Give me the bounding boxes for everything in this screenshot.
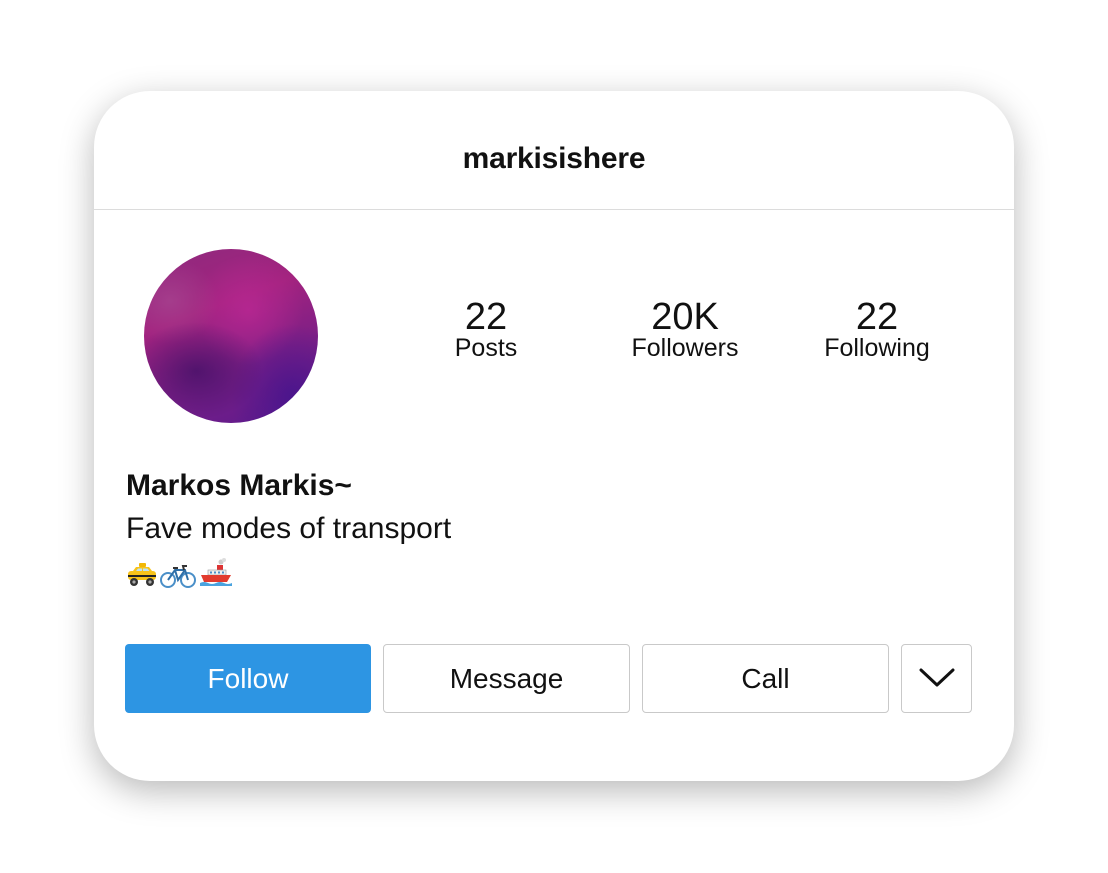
display-name: Markos Markis~ [126, 469, 352, 502]
call-button[interactable]: Call [642, 644, 889, 713]
ship-icon [198, 557, 234, 589]
stat-posts[interactable]: 22 Posts [434, 291, 538, 361]
bicycle-icon [160, 561, 196, 589]
username-title: markisishere [462, 142, 646, 175]
bio-emoji-row [126, 555, 234, 589]
profile-card: markisishere 22 Posts 20K Followers 22 F… [94, 91, 1014, 781]
chevron-down-icon [919, 663, 955, 695]
bio-text: Fave modes of transport [126, 512, 452, 545]
avatar[interactable] [144, 249, 318, 423]
stat-following[interactable]: 22 Following [804, 291, 950, 361]
follow-button[interactable]: Follow [125, 644, 371, 713]
followers-label: Followers [631, 334, 739, 362]
more-options-button[interactable] [901, 644, 972, 713]
following-label: Following [824, 334, 930, 362]
posts-label: Posts [454, 334, 518, 362]
message-button[interactable]: Message [383, 644, 630, 713]
taxi-icon [126, 561, 158, 589]
profile-header: markisishere [94, 91, 1014, 210]
stat-followers[interactable]: 20K Followers [614, 291, 756, 361]
